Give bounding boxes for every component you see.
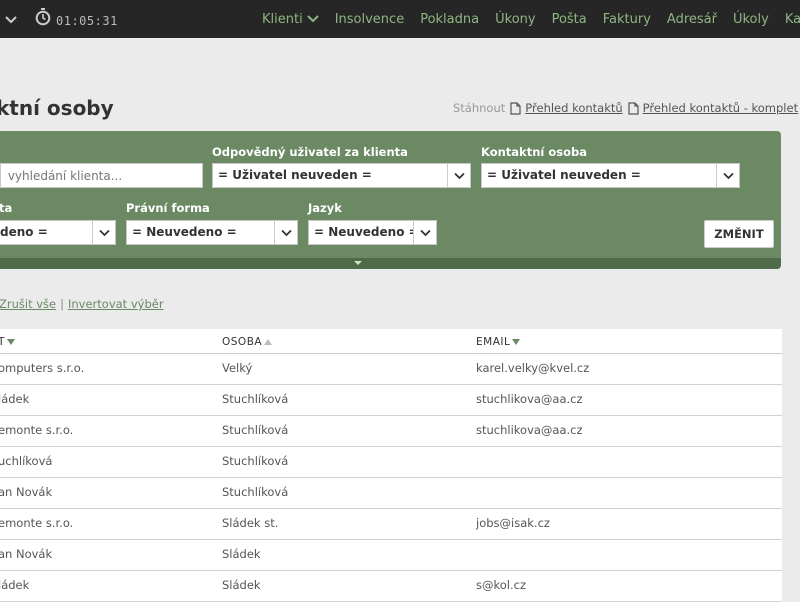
- column-header-person[interactable]: OSOBA: [222, 336, 273, 348]
- cancel-all-link[interactable]: Zrušit vše: [0, 297, 56, 311]
- table-header: T OSOBA EMAIL: [0, 329, 782, 354]
- table-row[interactable]: emonte s.r.o. Sládek st. jobs@isak.cz: [0, 509, 782, 540]
- legal-form-select[interactable]: = Neuvedeno =: [126, 220, 298, 245]
- cell-email: s@kol.cz: [476, 578, 526, 592]
- chevron-down-icon: [92, 221, 115, 244]
- column-header-label: EMAIL: [476, 336, 511, 348]
- cell-person: Sládek: [222, 578, 261, 592]
- chevron-down-icon: [447, 164, 470, 187]
- top-bar: 01:05:31 Klienti Insolvence Pokladna Úko…: [0, 0, 800, 38]
- chevron-down-icon: [716, 164, 739, 187]
- nav-item-posta[interactable]: Pošta: [552, 12, 587, 27]
- table-row[interactable]: ládek Stuchlíková stuchlikova@aa.cz: [0, 385, 782, 416]
- stopwatch-icon[interactable]: [35, 8, 51, 26]
- column-header-email[interactable]: EMAIL: [476, 336, 521, 348]
- nav-item-klienti[interactable]: Klienti: [262, 12, 319, 27]
- selection-links: Zrušit vše | Invertovat výběr: [0, 297, 164, 311]
- cell-email: jobs@isak.cz: [476, 516, 550, 530]
- main-navigation: Klienti Insolvence Pokladna Úkony Pošta …: [262, 0, 800, 38]
- table-row[interactable]: ládek Sládek s@kol.cz: [0, 571, 782, 602]
- nav-item-faktury[interactable]: Faktury: [603, 12, 651, 27]
- cell-client: an Novák: [0, 485, 53, 499]
- cell-person: Stuchlíková: [222, 485, 289, 499]
- nav-item-insolvence[interactable]: Insolvence: [335, 12, 405, 27]
- cell-person: Sládek st.: [222, 516, 279, 530]
- nav-item-kalendar[interactable]: Kalendář: [785, 12, 800, 27]
- responsible-user-label: Odpovědný uživatel za klienta: [212, 145, 408, 159]
- cell-client: omputers s.r.o.: [0, 361, 85, 375]
- responsible-user-value: = Uživatel neuveden =: [218, 168, 372, 182]
- page-title: ktní osoby: [0, 96, 114, 120]
- cell-client: ládek: [0, 392, 30, 406]
- table-row[interactable]: emonte s.r.o. Stuchlíková stuchlikova@aa…: [0, 416, 782, 447]
- change-button[interactable]: ZMĚNIT: [704, 220, 774, 248]
- legal-form-label: Právní forma: [126, 201, 210, 215]
- status-value: deno =: [0, 225, 48, 239]
- invert-selection-link[interactable]: Invertovat výběr: [68, 297, 164, 311]
- document-icon: [628, 101, 639, 115]
- status-select[interactable]: deno =: [0, 220, 116, 245]
- nav-item-pokladna[interactable]: Pokladna: [420, 12, 479, 27]
- table-row[interactable]: omputers s.r.o. Velký karel.velky@kvel.c…: [0, 354, 782, 385]
- cell-client: ládek: [0, 578, 30, 592]
- status-label: ta: [0, 201, 13, 215]
- table-row[interactable]: an Novák Stuchlíková: [0, 478, 782, 509]
- chevron-down-icon: [413, 221, 436, 244]
- cell-email: stuchlikova@aa.cz: [476, 392, 583, 406]
- download-contacts-complete-link[interactable]: Přehled kontaktů - komplet: [643, 101, 798, 115]
- download-label: Stáhnout: [453, 101, 506, 115]
- nav-item-ukony[interactable]: Úkony: [495, 12, 535, 27]
- sort-down-icon: [512, 339, 521, 345]
- nav-item-label: Klienti: [262, 11, 303, 27]
- separator: |: [60, 297, 64, 311]
- column-header-label: OSOBA: [222, 336, 263, 348]
- cell-client: emonte s.r.o.: [0, 423, 74, 437]
- cell-person: Sládek: [222, 547, 261, 561]
- download-links: Stáhnout Přehled kontaktů Přehled kontak…: [453, 101, 798, 115]
- nav-item-adresar[interactable]: Adresář: [667, 12, 717, 27]
- cell-person: Stuchlíková: [222, 392, 289, 406]
- sort-up-icon: [264, 339, 273, 345]
- column-header-client[interactable]: T: [0, 336, 15, 348]
- cell-person: Stuchlíková: [222, 454, 289, 468]
- table-row[interactable]: uchlíková Stuchlíková: [0, 447, 782, 478]
- legal-form-value: = Neuvedeno =: [132, 225, 237, 239]
- cell-email: karel.velky@kvel.cz: [476, 361, 590, 375]
- cell-person: Stuchlíková: [222, 423, 289, 437]
- filter-collapse-bar[interactable]: [0, 258, 781, 269]
- cell-client: uchlíková: [0, 454, 53, 468]
- responsible-user-select[interactable]: = Uživatel neuveden =: [212, 163, 471, 188]
- chevron-down-icon: [274, 221, 297, 244]
- download-contacts-link[interactable]: Přehled kontaktů: [525, 101, 622, 115]
- contact-person-value: = Uživatel neuveden =: [487, 168, 641, 182]
- sort-down-icon: [6, 339, 15, 345]
- caret-down-icon[interactable]: [353, 260, 363, 267]
- document-icon: [510, 101, 521, 115]
- cell-email: stuchlikova@aa.cz: [476, 423, 583, 437]
- timer-readout: 01:05:31: [56, 14, 118, 28]
- contact-person-select[interactable]: = Uživatel neuveden =: [481, 163, 740, 188]
- chevron-down-icon: [306, 15, 319, 23]
- cell-person: Velký: [222, 361, 253, 375]
- chevron-down-icon[interactable]: [4, 12, 18, 26]
- language-label: Jazyk: [308, 201, 342, 215]
- language-select[interactable]: = Neuvedeno =: [308, 220, 437, 245]
- column-header-label: T: [0, 336, 5, 348]
- contact-person-label: Kontaktní osoba: [481, 145, 587, 159]
- table-row[interactable]: an Novák Sládek: [0, 540, 782, 571]
- contacts-table: T OSOBA EMAIL omputers s.r.o. Velký kare…: [0, 329, 782, 602]
- language-value: = Neuvedeno =: [314, 225, 419, 239]
- nav-item-ukoly[interactable]: Úkoly: [733, 12, 769, 27]
- cell-client: emonte s.r.o.: [0, 516, 74, 530]
- cell-client: an Novák: [0, 547, 53, 561]
- client-search-input[interactable]: [0, 163, 203, 188]
